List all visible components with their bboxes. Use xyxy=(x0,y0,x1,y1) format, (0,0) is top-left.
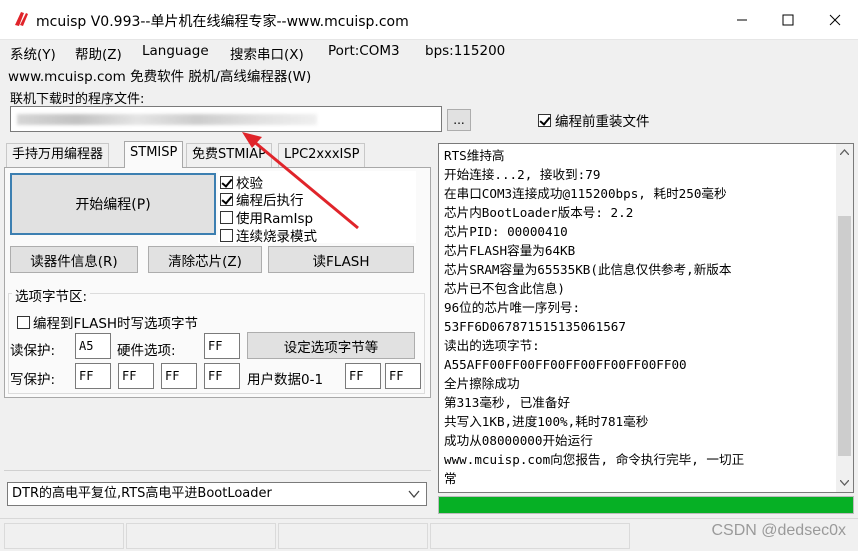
window-title: mcuisp V0.993--单片机在线编程专家--www.mcuisp.com xyxy=(36,14,409,30)
scroll-thumb[interactable] xyxy=(838,216,851,456)
user-data-field-0[interactable]: FF xyxy=(345,363,381,389)
progress-fill xyxy=(439,497,853,513)
write-protect-label: 写保护: xyxy=(10,372,56,388)
continuous-burn-label: 连续烧录模式 xyxy=(236,229,317,245)
title-bar: mcuisp V0.993--单片机在线编程专家--www.mcuisp.com xyxy=(0,0,858,40)
minimize-icon xyxy=(737,19,747,21)
log-scrollbar[interactable] xyxy=(836,144,853,492)
app-logo-icon xyxy=(15,12,28,26)
reset-mode-select[interactable]: DTR的高电平复位,RTS高电平进BootLoader xyxy=(7,482,427,506)
log-line: 全片擦除成功 xyxy=(444,376,520,391)
menu-bar: 系统(Y) 帮助(Z) Language 搜索串口(X) Port:COM3 b… xyxy=(0,40,858,63)
status-cell-3 xyxy=(278,523,428,549)
tab-free-stmiap[interactable]: 免费STMIAP xyxy=(186,143,272,167)
file-path-input[interactable] xyxy=(10,106,442,132)
scroll-up-icon[interactable] xyxy=(840,149,849,155)
write-option-bytes-label: 编程到FLASH时写选项字节 xyxy=(33,316,199,332)
minimize-button[interactable] xyxy=(719,0,765,40)
option-bytes-title: 选项字节区: xyxy=(12,285,91,305)
erase-chip-button[interactable]: 清除芯片(Z) xyxy=(148,246,262,273)
tab-stmisp[interactable]: STMISP xyxy=(124,141,184,168)
read-protect-label: 读保护: xyxy=(10,343,56,359)
scroll-down-icon[interactable] xyxy=(840,480,849,486)
user-data-field-1[interactable]: FF xyxy=(385,363,421,389)
status-cell-1 xyxy=(4,523,124,549)
maximize-button[interactable] xyxy=(765,0,811,40)
write-protect-field-2[interactable]: FF xyxy=(161,363,197,389)
continuous-burn-checkbox[interactable]: 连续烧录模式 xyxy=(220,225,317,245)
log-line: 开始连接...2, 接收到:79 xyxy=(444,167,601,182)
menu-search-port[interactable]: 搜索串口(X) xyxy=(230,43,304,63)
use-ramisp-checkbox[interactable]: 使用RamIsp xyxy=(220,207,313,227)
log-line: 芯片SRAM容量为65535KB(此信息仅供参考,新版本 xyxy=(444,262,732,277)
run-after-checkbox-box[interactable] xyxy=(220,192,233,206)
write-option-bytes-checkbox[interactable]: 编程到FLASH时写选项字节 xyxy=(17,312,198,332)
user-data-label: 用户数据0-1 xyxy=(247,372,324,388)
log-line: 芯片FLASH容量为64KB xyxy=(444,243,576,258)
log-line: 共写入1KB,进度100%,耗时781毫秒 xyxy=(444,414,649,429)
read-flash-button[interactable]: 读FLASH xyxy=(268,246,414,273)
log-line: 53FF6D067871515135061567 xyxy=(444,319,626,334)
use-ramisp-label: 使用RamIsp xyxy=(236,211,314,227)
progress-bar xyxy=(438,496,854,514)
tab-handheld-programmer[interactable]: 手持万用编程器 xyxy=(6,143,110,167)
close-button[interactable] xyxy=(812,0,858,40)
log-line: 成功从08000000开始运行 xyxy=(444,433,593,448)
chevron-down-icon xyxy=(408,490,420,499)
reset-mode-value: DTR的高电平复位,RTS高电平进BootLoader xyxy=(12,486,272,501)
set-option-bytes-button[interactable]: 设定选项字节等 xyxy=(247,332,415,359)
read-device-info-button[interactable]: 读器件信息(R) xyxy=(10,246,138,273)
status-cell-2 xyxy=(126,523,276,549)
continuous-burn-checkbox-box[interactable] xyxy=(220,228,233,242)
menu-system[interactable]: 系统(Y) xyxy=(10,43,56,63)
write-protect-field-1[interactable]: FF xyxy=(118,363,154,389)
write-protect-field-0[interactable]: FF xyxy=(75,363,111,389)
run-after-program-checkbox[interactable]: 编程后执行 xyxy=(220,189,304,209)
reload-before-program-checkbox[interactable]: 编程前重装文件 xyxy=(538,110,650,130)
log-line: 96位的芯片唯一序列号: xyxy=(444,300,581,315)
divider xyxy=(4,470,431,471)
write-protect-field-3[interactable]: FF xyxy=(204,363,240,389)
close-icon xyxy=(829,14,841,26)
log-line: 在串口COM3连接成功@115200bps, 耗时250毫秒 xyxy=(444,186,727,201)
maximize-icon xyxy=(782,14,794,26)
log-output[interactable]: RTS维持高开始连接...2, 接收到:79 在串口COM3连接成功@115200… xyxy=(438,143,854,493)
log-line: 常 xyxy=(444,471,457,486)
browse-button[interactable]: ... xyxy=(447,109,471,131)
run-after-label: 编程后执行 xyxy=(236,193,304,209)
menu-language[interactable]: Language xyxy=(142,43,209,59)
log-line: 芯片已不包含此信息) xyxy=(444,281,565,296)
log-line: 读出的选项字节: xyxy=(444,338,540,353)
blurred-file-path xyxy=(17,114,317,125)
menu-bps[interactable]: bps:115200 xyxy=(425,43,505,59)
menu-bar-2: www.mcuisp.com 免费软件 脱机/高线编程器(W) xyxy=(0,62,858,85)
verify-checkbox-box[interactable] xyxy=(220,175,233,189)
status-cell-4 xyxy=(430,523,630,549)
tab-lpc2xxxisp[interactable]: LPC2xxxISP xyxy=(278,143,366,167)
menu-website[interactable]: www.mcuisp.com 免费软件 脱机/高线编程器(W) xyxy=(8,65,311,85)
write-option-bytes-box[interactable] xyxy=(17,315,30,329)
watermark: CSDN @dedsec0x xyxy=(711,522,846,539)
log-line: 第313毫秒, 已准备好 xyxy=(444,395,571,410)
log-line: A55AFF00FF00FF00FF00FF00FF00FF00 xyxy=(444,357,687,372)
reload-checkbox-box[interactable] xyxy=(538,113,551,127)
log-lines: RTS维持高开始连接...2, 接收到:79 在串口COM3连接成功@115200… xyxy=(444,146,834,488)
start-programming-button[interactable]: 开始编程(P) xyxy=(10,173,216,235)
log-line: 芯片内BootLoader版本号: 2.2 xyxy=(444,205,634,220)
reload-checkbox-label: 编程前重装文件 xyxy=(555,114,650,130)
hardware-option-label: 硬件选项: xyxy=(117,343,176,359)
menu-port[interactable]: Port:COM3 xyxy=(328,43,400,59)
hardware-option-field[interactable]: FF xyxy=(204,333,240,359)
read-protect-field[interactable]: A5 xyxy=(75,333,111,359)
log-line: www.mcuisp.com向您报告, 命令执行完毕, 一切正 xyxy=(444,452,745,467)
log-line: RTS维持高 xyxy=(444,148,505,163)
menu-help[interactable]: 帮助(Z) xyxy=(75,43,122,63)
file-label: 联机下载时的程序文件: xyxy=(10,92,145,107)
use-ramisp-checkbox-box[interactable] xyxy=(220,210,233,224)
log-line: 芯片PID: 00000410 xyxy=(444,224,568,239)
